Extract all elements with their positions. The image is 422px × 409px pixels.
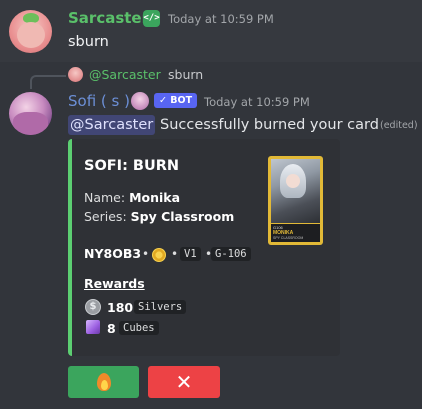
card-version: V1 [180,247,201,261]
avatar-hair [13,112,48,135]
code-icon: </> [143,10,160,27]
separator-dot: • [142,247,150,261]
fire-icon [96,373,111,391]
name-value: Monika [129,190,181,205]
reply-avatar [68,67,83,82]
silver-coin-icon: $ [85,299,101,315]
card-thumbnail[interactable]: G106 MONIKA SPY CLASSROOM [268,156,323,245]
embed-title: SOFI: BURN [84,158,180,174]
edited-label: (edited) [380,120,418,131]
card-series-line: Series: Spy Classroom [84,209,234,224]
avatar-sarcaster[interactable] [9,10,52,53]
card-code: NY8OB3 [84,246,142,261]
timestamp: Today at 10:59 PM [204,95,310,109]
card-generation: G-106 [211,247,251,261]
server-profile-icon [131,92,149,110]
reply-content[interactable]: sburn [168,67,203,82]
message-content: sburn [68,34,109,50]
card-name-line: Name: Monika [84,190,180,205]
avatar-sofi[interactable] [9,92,52,135]
card-series: SPY CLASSROOM [273,236,304,240]
message-content: Successfully burned your card [160,117,379,133]
series-value: Spy Classroom [130,209,235,224]
cubes-label: Cubes [119,321,159,335]
gear-icon [152,248,166,262]
close-icon: ✕ [175,370,193,394]
timestamp: Today at 10:59 PM [168,12,274,26]
cube-icon [86,320,100,334]
burn-button[interactable] [68,366,139,398]
author-name[interactable]: Sofi ( s ) [68,92,130,110]
separator-dot: • [171,247,179,261]
cancel-button[interactable]: ✕ [148,366,220,398]
series-label: Series: [84,209,127,224]
author-name[interactable]: Sarcaster [68,9,149,27]
message-sarcaster [0,0,422,62]
card-character-face [286,174,300,188]
user-mention[interactable]: @Sarcaster [68,115,156,135]
cubes-amount: 8 [107,321,116,336]
bot-badge: ✓ BOT [154,93,198,108]
silvers-amount: 180 [107,300,134,315]
reply-author[interactable]: @Sarcaster [89,67,161,82]
name-label: Name: [84,190,126,205]
avatar-face [17,22,45,48]
reply-spine [30,75,66,89]
silvers-label: Silvers [134,300,187,314]
rewards-heading: Rewards [84,276,145,291]
